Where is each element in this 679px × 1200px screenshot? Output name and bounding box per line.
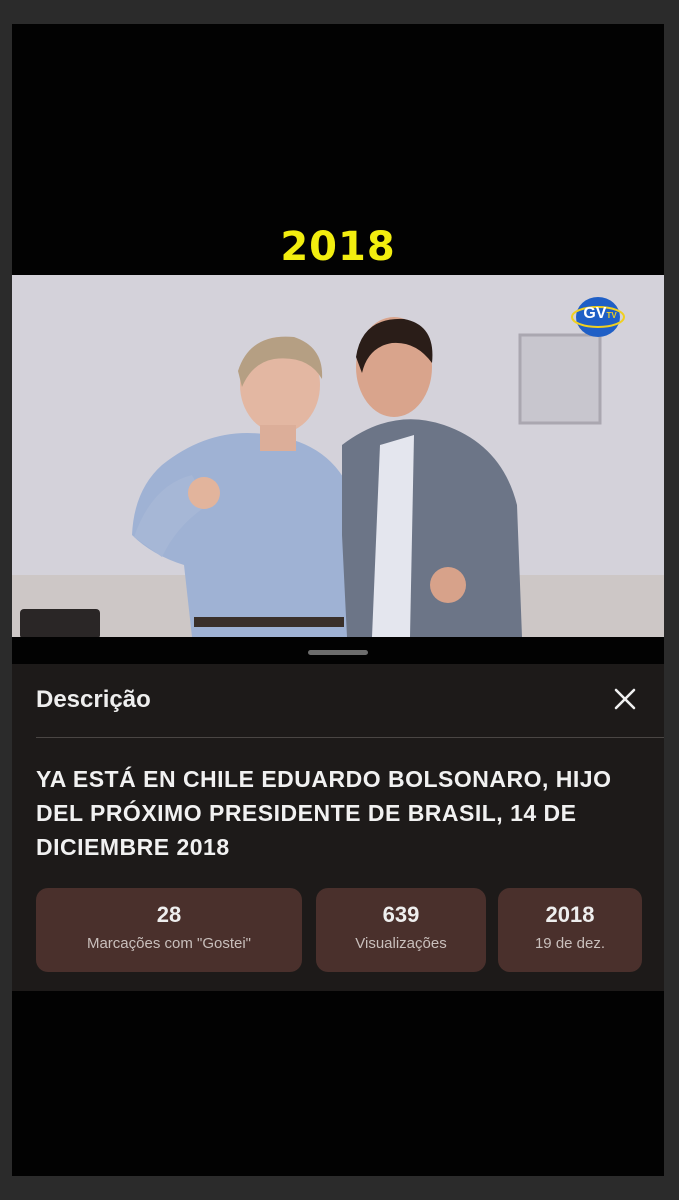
divider xyxy=(36,737,664,738)
date-day: 19 de dez. xyxy=(534,935,606,952)
sheet-drag-handle[interactable] xyxy=(308,650,368,655)
year-caption: 2018 xyxy=(280,224,396,270)
video-player[interactable]: GVTV xyxy=(12,275,664,637)
views-stat: 639 Visualizações xyxy=(316,888,486,972)
sheet-title: Descrição xyxy=(36,686,151,713)
likes-count: 28 xyxy=(156,902,182,927)
close-button[interactable] xyxy=(612,686,638,712)
close-icon xyxy=(614,688,636,710)
channel-logo: GVTV xyxy=(578,305,622,323)
stats-row: 28 Marcações com "Gostei" 639 Visualizaç… xyxy=(36,888,642,972)
channel-logo-sub: TV xyxy=(606,311,617,320)
date-stat: 2018 19 de dez. xyxy=(498,888,642,972)
likes-label: Marcações com "Gostei" xyxy=(86,935,252,952)
views-label: Visualizações xyxy=(355,935,447,952)
video-frame-image xyxy=(12,275,664,637)
sheet-header: Descrição xyxy=(12,664,664,738)
description-sheet: Descrição YA ESTÁ EN CHILE EDUARDO BOLSO… xyxy=(12,664,664,991)
channel-logo-text: GV xyxy=(583,305,607,322)
likes-stat: 28 Marcações com "Gostei" xyxy=(36,888,302,972)
video-frame: 2018 GVTV Descrição YA ESTÁ EN CHILE EDU… xyxy=(12,24,664,1176)
description-text: YA ESTÁ EN CHILE EDUARDO BOLSONARO, HIJO… xyxy=(36,766,612,860)
date-year: 2018 xyxy=(545,902,595,927)
views-count: 639 xyxy=(382,902,420,927)
